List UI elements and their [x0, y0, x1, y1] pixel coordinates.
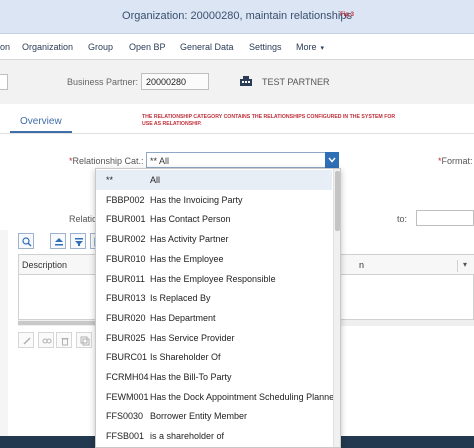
search-field-edge[interactable]: [0, 74, 8, 90]
filter-button[interactable]: [70, 233, 86, 249]
menu-item-settings[interactable]: Settings: [249, 42, 282, 52]
dropdown-option-text: Has Department: [150, 312, 216, 323]
filter-icon: [75, 238, 83, 246]
dropdown-option-text: Has the Employee: [150, 253, 224, 264]
scrollbar-thumb[interactable]: [18, 321, 96, 325]
chevron-down-icon: ▾: [318, 45, 324, 52]
relationship-label-partial: Relatio: [69, 214, 98, 224]
to-label: to:: [397, 214, 408, 224]
column-header-partial[interactable]: n: [359, 260, 364, 270]
column-divider: [457, 260, 458, 272]
copy-button[interactable]: [76, 332, 92, 348]
zoom-icon: [22, 237, 32, 247]
dropdown-option-code: **: [106, 175, 114, 185]
dropdown-option-text: Has Contact Person: [150, 214, 231, 225]
business-partner-label: Business Partner:: [67, 77, 139, 87]
menu-item-more[interactable]: More ▾: [296, 42, 324, 52]
menu-item-group[interactable]: Group: [88, 42, 113, 52]
dropdown-toggle-button[interactable]: [325, 152, 339, 168]
dropdown-option[interactable]: FBUR025 Has Service Provider: [96, 328, 332, 348]
chevron-down-icon[interactable]: ▾: [463, 260, 467, 269]
delete-button[interactable]: [56, 332, 72, 348]
dropdown-option[interactable]: FEWM001 Has the Dock Appointment Scheduli…: [96, 387, 337, 407]
dropdown-option-code: FFS0030: [106, 411, 144, 422]
copy-icon: [80, 336, 90, 346]
dropdown-option-text: Has the Dock Appointment Scheduling Plan…: [150, 391, 338, 402]
dropdown-option-text: Has the Bill-To Party: [150, 372, 232, 382]
relationship-category-label-text: Relationship Cat.:: [72, 156, 144, 166]
format-label-text: Format:: [441, 156, 473, 166]
fig-label: Fig 3: [340, 12, 355, 18]
partner-name: TEST PARTNER: [262, 77, 330, 87]
dropdown-option[interactable]: FFS0030 Borrower Entity Member: [96, 406, 332, 426]
menu-item-truncated[interactable]: on: [0, 42, 10, 52]
dropdown-option-text: Has the Invoicing Party: [150, 194, 243, 205]
dropdown-option-code: FBUR011: [106, 273, 145, 284]
display-button[interactable]: [38, 332, 54, 348]
column-header-description[interactable]: Description: [22, 260, 67, 270]
to-date-field[interactable]: [416, 210, 474, 226]
sort-ascending-button[interactable]: [50, 233, 66, 249]
dropdown-option-code: FEWM001: [106, 391, 149, 402]
annotation-note: THE RELATIONSHIP CATEGORY CONTAINS THE R…: [142, 114, 396, 127]
dropdown-option[interactable]: FFSB001 is a shareholder of: [96, 426, 332, 446]
dropdown-option-text: Borrower Entity Member: [150, 411, 248, 422]
dropdown-option-text: Has Activity Partner: [150, 234, 229, 245]
sort-ascending-icon: [55, 238, 63, 246]
dropdown-option-code: FCRMH04: [106, 372, 149, 382]
dropdown-option[interactable]: FBUR001 Has Contact Person: [96, 209, 332, 229]
dropdown-option[interactable]: FBUR013 Is Replaced By: [96, 288, 332, 308]
dropdown-option[interactable]: FBUR010 Has the Employee: [96, 249, 332, 269]
dropdown-option-code: FBURC01: [106, 352, 148, 363]
edit-button[interactable]: [18, 332, 34, 348]
window-title: Organization: 20000280, maintain relatio…: [122, 10, 352, 22]
format-label: *Format:: [438, 156, 473, 166]
dropdown-option-code: FBUR020: [106, 312, 146, 323]
row-actions-toolbar: [18, 332, 98, 348]
dropdown-option-text: Has Service Provider: [150, 332, 235, 343]
trash-icon: [61, 338, 69, 346]
dropdown-option-text: Is Replaced By: [150, 293, 211, 304]
relationship-category-dropdown: ** All FBBP002 Has the Invoicing Party FBUR0…: [95, 168, 341, 448]
dropdown-scrollbar-thumb[interactable]: [335, 171, 340, 231]
header-area: Business Partner: 20000280 TEST PARTNER: [0, 60, 474, 104]
dropdown-option-text: All: [150, 175, 161, 185]
dropdown-option-code: FFSB001: [106, 431, 145, 442]
relationship-category-label: *Relationship Cat.:: [69, 156, 144, 166]
zoom-button[interactable]: [18, 233, 34, 249]
dropdown-option[interactable]: ** All: [96, 170, 332, 190]
table-toolbar: [18, 233, 106, 251]
dropdown-option[interactable]: FCRMH04 Has the Bill-To Party: [96, 367, 332, 387]
menu-item-organization[interactable]: Organization: [22, 42, 73, 52]
dropdown-option[interactable]: FBUR011 Has the Employee Responsible: [96, 269, 332, 289]
glasses-icon: [42, 338, 52, 344]
dropdown-option-code: FBUR001: [106, 214, 146, 225]
dropdown-scrollbar[interactable]: [333, 169, 340, 447]
dropdown-option-code: FBUR013: [106, 293, 146, 304]
chevron-down-icon: [328, 157, 336, 163]
dropdown-option-text: is a shareholder of: [150, 431, 225, 442]
dropdown-option[interactable]: FBBP002 Has the Invoicing Party: [96, 190, 332, 210]
left-gutter: [0, 230, 8, 440]
title-bar: Organization: 20000280, maintain relatio…: [0, 0, 474, 34]
dropdown-option-code: FBUR025: [106, 332, 146, 343]
business-partner-field[interactable]: 20000280: [141, 73, 209, 90]
dropdown-option-code: FBBP002: [106, 194, 145, 205]
menu-item-open-bp[interactable]: Open BP: [129, 42, 166, 52]
dropdown-option[interactable]: FBUR002 Has Activity Partner: [96, 229, 332, 249]
menu-more-label: More: [296, 42, 317, 52]
dropdown-option[interactable]: FBURC01 Is Shareholder Of: [96, 347, 332, 367]
dropdown-option[interactable]: FBUR020 Has Department: [96, 308, 332, 328]
tab-overview[interactable]: Overview: [10, 116, 72, 133]
dropdown-option-text: Has the Employee Responsible: [150, 273, 276, 284]
menu-item-general-data[interactable]: General Data: [180, 42, 234, 52]
partner-icon: [240, 76, 252, 86]
dropdown-option-code: FBUR002: [106, 234, 146, 245]
dropdown-option-code: FBUR010: [106, 253, 146, 264]
menu-bar: on Organization Group Open BP General Da…: [0, 34, 474, 60]
dropdown-option-text: Is Shareholder Of: [150, 352, 221, 363]
pencil-icon: [23, 337, 31, 345]
relationship-category-select[interactable]: ** All: [146, 152, 339, 168]
